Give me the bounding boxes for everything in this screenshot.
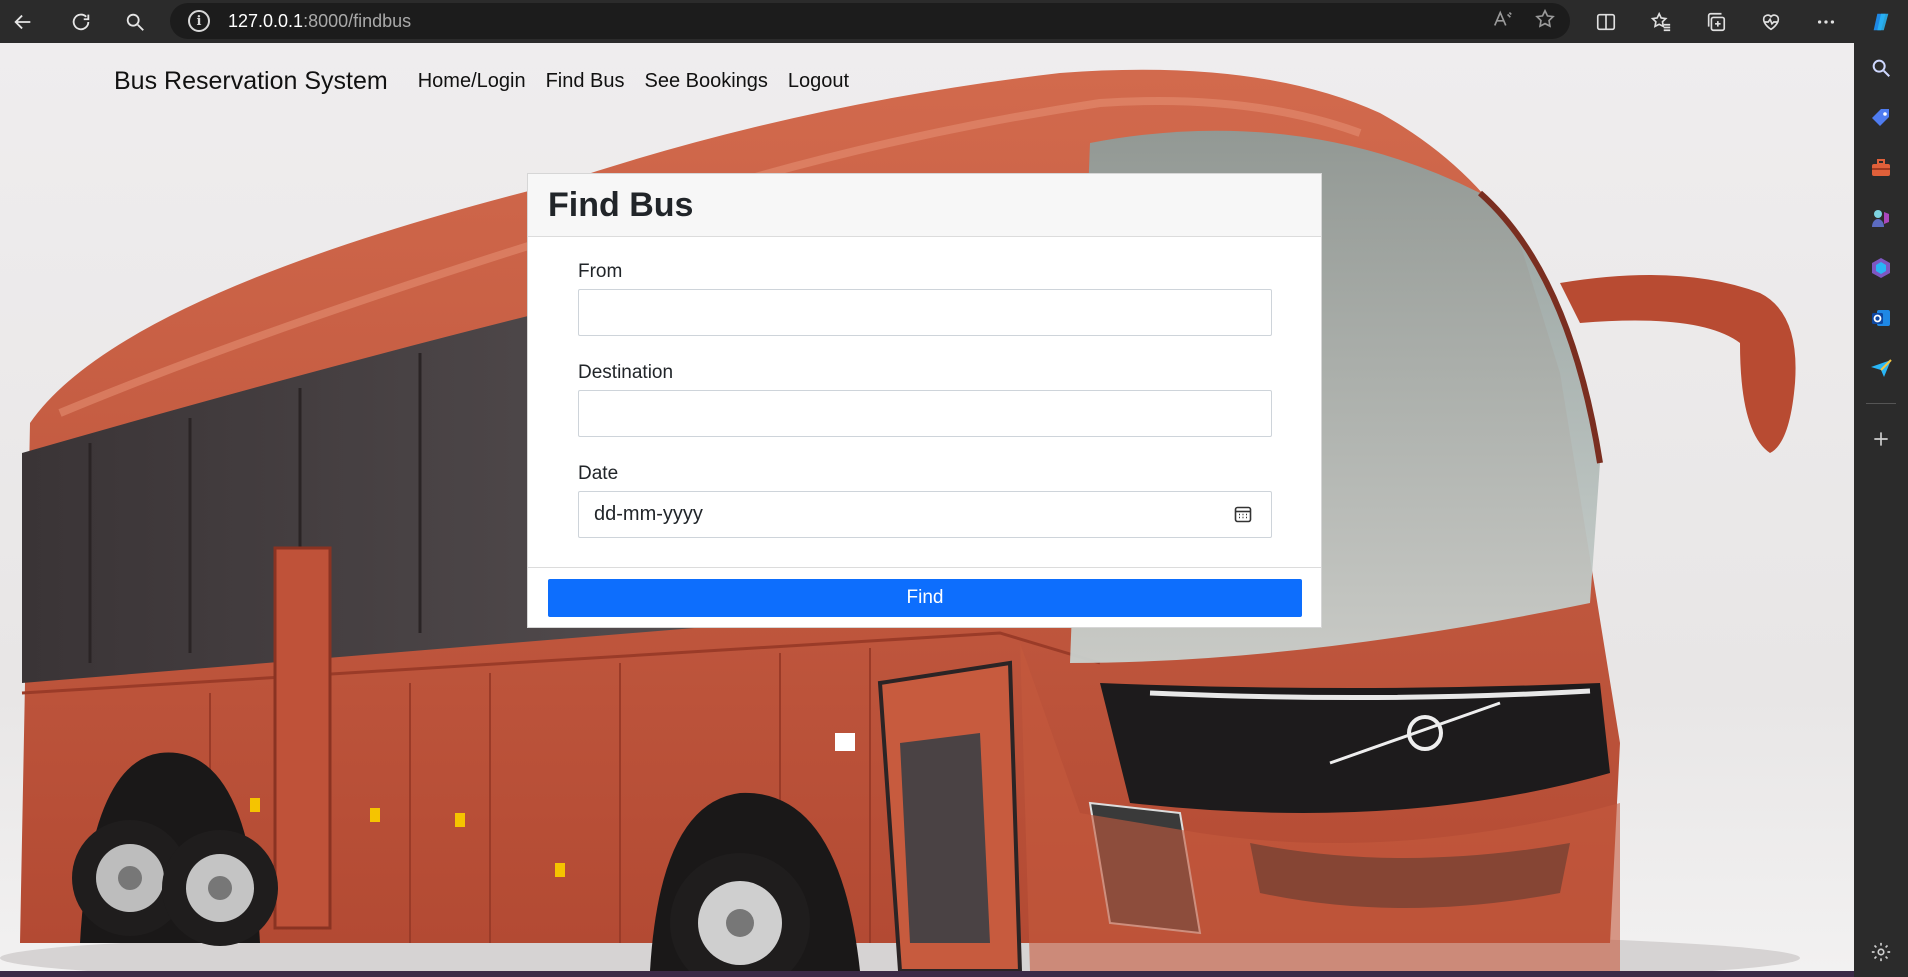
refresh-icon[interactable] [61, 2, 101, 42]
sidebar-send-icon[interactable] [1854, 343, 1908, 393]
sidebar-search-icon[interactable] [1854, 43, 1908, 93]
card-header: Find Bus [528, 174, 1321, 237]
sidebar-divider [1866, 403, 1896, 404]
sidebar-copilot-icon[interactable] [1854, 243, 1908, 293]
window-bottom-edge [0, 971, 1854, 977]
address-bar[interactable]: i 127.0.0.1:8000/findbus [170, 3, 1570, 39]
sidebar-add-icon[interactable] [1854, 414, 1908, 464]
card-body: From Destination Date dd-mm-yyyy [528, 237, 1321, 568]
nav-link-find-bus[interactable]: Find Bus [546, 70, 625, 93]
favorite-icon[interactable] [1534, 8, 1556, 35]
sidebar-tools-icon[interactable] [1854, 143, 1908, 193]
health-icon[interactable] [1743, 0, 1798, 43]
site-navbar: Bus Reservation System Home/Login Find B… [114, 61, 869, 101]
favorites-icon[interactable] [1633, 0, 1688, 43]
from-input[interactable] [578, 289, 1272, 336]
destination-input[interactable] [578, 390, 1272, 437]
nav-link-home-login[interactable]: Home/Login [418, 70, 526, 93]
copilot-icon[interactable] [1853, 0, 1908, 43]
collections-icon[interactable] [1688, 0, 1743, 43]
more-icon[interactable] [1798, 0, 1853, 43]
search-icon[interactable] [115, 2, 155, 42]
info-icon[interactable]: i [188, 10, 210, 32]
browser-toolbar: i 127.0.0.1:8000/findbus [0, 0, 1908, 43]
destination-label: Destination [578, 362, 674, 383]
url-path: :8000/findbus [303, 10, 412, 31]
date-placeholder: dd-mm-yyyy [594, 503, 703, 525]
site-brand[interactable]: Bus Reservation System [114, 67, 388, 96]
url-host: 127.0.0.1 [228, 10, 304, 31]
calendar-icon[interactable] [1233, 504, 1253, 524]
back-icon[interactable] [3, 2, 43, 42]
sidebar-settings-icon[interactable] [1854, 927, 1908, 977]
browser-sidebar [1854, 43, 1908, 977]
page-title: Find Bus [548, 186, 694, 224]
sidebar-shopping-icon[interactable] [1854, 93, 1908, 143]
find-bus-card: Find Bus From Destination Date dd-mm-yyy… [527, 173, 1322, 628]
date-input[interactable]: dd-mm-yyyy [578, 491, 1272, 538]
find-button[interactable]: Find [548, 579, 1302, 617]
read-aloud-icon[interactable] [1492, 8, 1514, 35]
nav-link-see-bookings[interactable]: See Bookings [645, 70, 768, 93]
page-viewport: Bus Reservation System Home/Login Find B… [0, 43, 1854, 971]
date-label: Date [578, 463, 619, 484]
sidebar-games-icon[interactable] [1854, 193, 1908, 243]
card-footer: Find [528, 568, 1321, 628]
sidebar-outlook-icon[interactable] [1854, 293, 1908, 343]
split-screen-icon[interactable] [1578, 0, 1633, 43]
nav-link-logout[interactable]: Logout [788, 70, 849, 93]
from-label: From [578, 261, 623, 282]
